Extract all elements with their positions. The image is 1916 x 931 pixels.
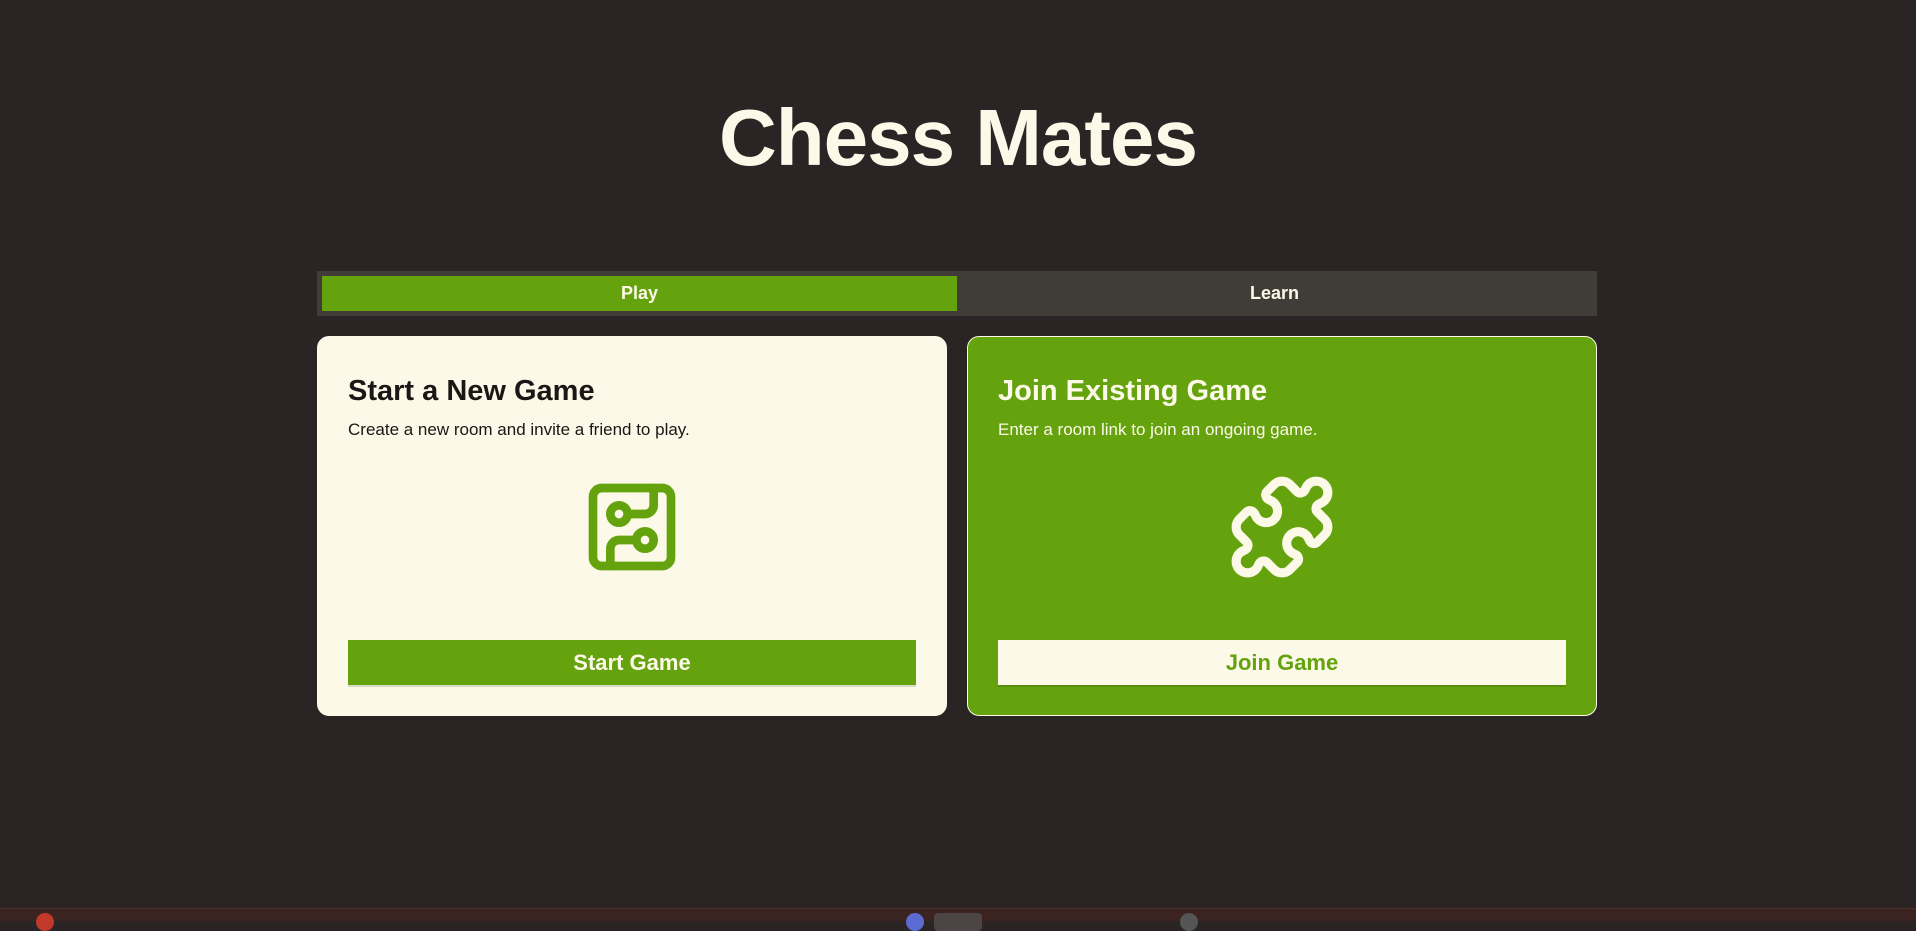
taskbar-app-icon[interactable] [934,913,982,931]
join-game-description: Enter a room link to join an ongoing gam… [998,420,1318,439]
join-game-heading: Join Existing Game [998,375,1268,407]
new-game-card: Start a New Game Create a new room and i… [317,336,947,716]
taskbar-app-icon[interactable] [1180,913,1198,931]
join-game-card: Join Existing Game Enter a room link to … [967,336,1597,716]
puzzle-icon [1227,472,1337,582]
start-game-button[interactable]: Start Game [348,640,916,685]
taskbar [0,908,1916,931]
circuit-board-icon [577,472,687,582]
tab-bar: Play Learn [317,271,1597,316]
new-game-description: Create a new room and invite a friend to… [348,420,690,439]
page-title: Chess Mates [718,93,1198,182]
tab-learn[interactable]: Learn [957,276,1592,311]
taskbar-app-icon[interactable] [36,913,54,931]
tab-play[interactable]: Play [322,276,957,311]
taskbar-app-icon[interactable] [906,913,924,931]
new-game-heading: Start a New Game [348,375,595,407]
join-game-button[interactable]: Join Game [998,640,1566,685]
